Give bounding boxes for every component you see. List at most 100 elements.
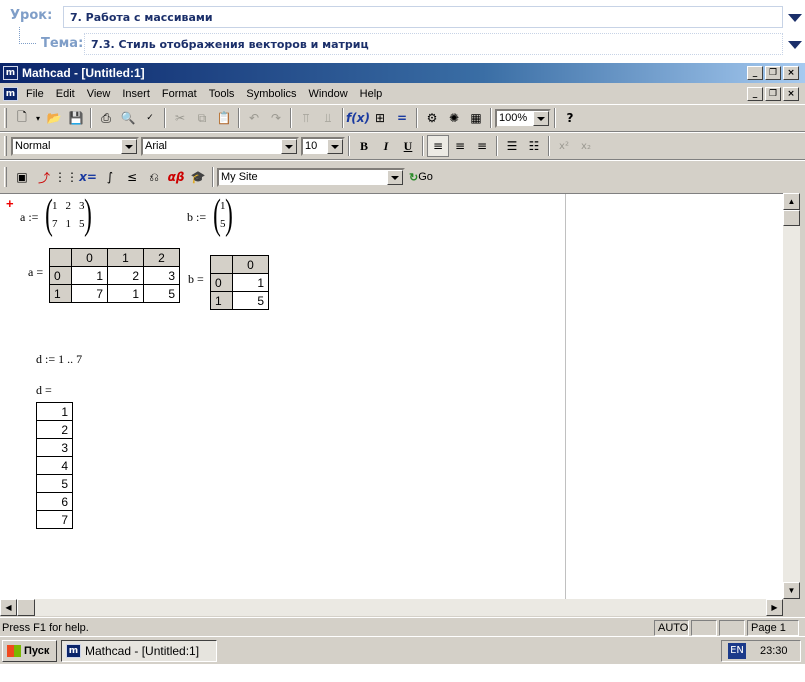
cut-icon[interactable]: ✂ <box>169 107 191 129</box>
copy-icon[interactable]: ⧉ <box>191 107 213 129</box>
window-icon[interactable]: ▦ <box>465 107 487 129</box>
a-result-table[interactable]: 0 1 2 0 1 2 3 1 7 1 5 <box>49 248 180 303</box>
table-cell: 1 <box>107 284 144 303</box>
align-top-icon[interactable]: ⫪ <box>295 107 317 129</box>
document-icon[interactable]: m <box>3 87 18 101</box>
bullet-list-icon[interactable]: ☰ <box>501 135 523 157</box>
symbolic-icon[interactable]: 🎓 <box>187 166 209 188</box>
size-select[interactable]: 10 <box>301 136 345 156</box>
doc-restore-button[interactable]: ❐ <box>765 87 781 101</box>
superscript-icon[interactable]: x² <box>553 135 575 157</box>
matrix-icon[interactable]: ⋮⋮ <box>54 166 78 188</box>
menu-view[interactable]: View <box>81 88 117 100</box>
numbered-list-icon[interactable]: ☷ <box>523 135 545 157</box>
urok-dropdown-icon[interactable] <box>788 12 802 22</box>
doc-minimize-button[interactable]: _ <box>747 87 763 101</box>
zoom-dropdown-icon[interactable] <box>533 110 549 126</box>
d-range-definition[interactable]: d := 1 .. 7 <box>36 352 82 367</box>
tema-dropdown-icon[interactable] <box>788 39 802 49</box>
align-center-icon[interactable]: ≡ <box>449 135 471 157</box>
calculator-icon[interactable]: ▣ <box>11 166 33 188</box>
font-dropdown-icon[interactable] <box>281 138 297 154</box>
clock[interactable]: 23:30 <box>760 645 788 657</box>
menu-symbolics[interactable]: Symbolics <box>240 88 302 100</box>
scroll-left-icon[interactable]: ◀ <box>0 599 17 616</box>
boolean-icon[interactable]: ≤ <box>121 166 143 188</box>
mathcad-app-icon[interactable]: m <box>3 66 18 80</box>
calculus-icon[interactable]: ∫ <box>99 166 121 188</box>
title-bar[interactable]: m Mathcad - [Untitled:1] _ ❐ × <box>0 63 805 83</box>
menu-insert[interactable]: Insert <box>116 88 156 100</box>
go-button[interactable]: ↻ Go <box>409 171 433 184</box>
vertical-scrollbar[interactable]: ▲ ▼ <box>783 193 800 599</box>
worksheet[interactable]: + a := ( 1 2 3 7 1 5 ) b := ( 1 5 ) a = … <box>0 193 783 599</box>
b-matrix[interactable]: ( 1 5 ) <box>210 194 236 236</box>
resources-icon[interactable]: ✺ <box>443 107 465 129</box>
paste-icon[interactable]: 📋 <box>213 107 235 129</box>
save-icon[interactable]: 💾 <box>65 107 87 129</box>
size-dropdown-icon[interactable] <box>327 138 343 154</box>
font-select[interactable]: Arial <box>141 136 299 156</box>
menu-format[interactable]: Format <box>156 88 203 100</box>
close-button[interactable]: × <box>783 66 799 80</box>
toolbar-grip[interactable] <box>4 108 7 128</box>
bold-button[interactable]: B <box>353 135 375 157</box>
menu-window[interactable]: Window <box>303 88 354 100</box>
print-icon[interactable]: ⎙ <box>95 107 117 129</box>
d-result-table[interactable]: 1 2 3 4 5 6 7 <box>36 402 73 529</box>
scroll-right-icon[interactable]: ▶ <box>766 599 783 616</box>
minimize-button[interactable]: _ <box>747 66 763 80</box>
greek-icon[interactable]: αβ <box>165 166 187 188</box>
align-left-icon[interactable]: ≡ <box>427 135 449 157</box>
align-down-icon[interactable]: ⫫ <box>317 107 339 129</box>
row-header: 1 <box>49 284 72 303</box>
start-button[interactable]: Пуск <box>2 639 57 662</box>
site-select[interactable]: My Site <box>217 167 405 187</box>
programming-icon[interactable]: ⎌ <box>143 166 165 188</box>
toolbar-grip[interactable] <box>4 167 7 187</box>
toolbar-grip[interactable] <box>4 136 7 156</box>
style-select[interactable]: Normal <box>11 136 139 156</box>
graph-icon[interactable]: ⤴ <box>33 166 55 188</box>
menu-file[interactable]: File <box>20 88 50 100</box>
align-right-icon[interactable]: ≡ <box>471 135 493 157</box>
urok-select[interactable]: 7. Работа с массивами <box>63 6 783 28</box>
menu-edit[interactable]: Edit <box>50 88 81 100</box>
redo-icon[interactable]: ↷ <box>265 107 287 129</box>
new-dropdown-icon[interactable]: ▾ <box>33 107 43 129</box>
insert-function-icon[interactable]: f(x) <box>346 107 370 129</box>
horizontal-scroll-thumb[interactable] <box>17 599 35 616</box>
open-folder-icon[interactable]: 📂 <box>43 107 65 129</box>
horizontal-scrollbar[interactable]: ◀ ▶ <box>0 599 783 616</box>
scroll-up-icon[interactable]: ▲ <box>783 193 800 210</box>
b-result-table[interactable]: 0 0 1 1 5 <box>210 255 269 310</box>
component-icon[interactable]: ⚙ <box>421 107 443 129</box>
tema-select[interactable]: 7.3. Стиль отображения векторов и матриц <box>84 33 783 55</box>
zoom-value: 100% <box>499 112 528 124</box>
menu-help[interactable]: Help <box>354 88 389 100</box>
a-matrix[interactable]: ( 1 2 3 7 1 5 ) <box>42 194 95 236</box>
doc-close-button[interactable]: × <box>783 87 799 101</box>
evaluation-icon[interactable]: x= <box>77 166 99 188</box>
scroll-down-icon[interactable]: ▼ <box>783 582 800 599</box>
help-icon[interactable]: ? <box>559 107 581 129</box>
tree-connector <box>19 27 36 44</box>
undo-icon[interactable]: ↶ <box>243 107 265 129</box>
formatting-toolbar: Normal Arial 10 B I U ≡ ≡ ≡ ☰ ☷ x² x₂ <box>0 132 805 160</box>
calculate-icon[interactable]: = <box>391 107 413 129</box>
menu-tools[interactable]: Tools <box>203 88 241 100</box>
new-document-icon[interactable]: 🗋 <box>11 107 33 129</box>
italic-button[interactable]: I <box>375 135 397 157</box>
restore-button[interactable]: ❐ <box>765 66 781 80</box>
zoom-select[interactable]: 100% <box>495 108 551 128</box>
print-preview-icon[interactable]: 🔍 <box>117 107 139 129</box>
taskbar-item-mathcad[interactable]: m Mathcad - [Untitled:1] <box>61 639 217 662</box>
vertical-scroll-thumb[interactable] <box>783 210 800 226</box>
language-indicator[interactable]: EN <box>728 643 746 659</box>
underline-button[interactable]: U <box>397 135 419 157</box>
subscript-icon[interactable]: x₂ <box>575 135 597 157</box>
site-dropdown-icon[interactable] <box>387 169 403 185</box>
insert-unit-icon[interactable]: ⊞ <box>369 107 391 129</box>
style-dropdown-icon[interactable] <box>121 138 137 154</box>
spell-check-icon[interactable]: ✓ <box>139 107 161 129</box>
